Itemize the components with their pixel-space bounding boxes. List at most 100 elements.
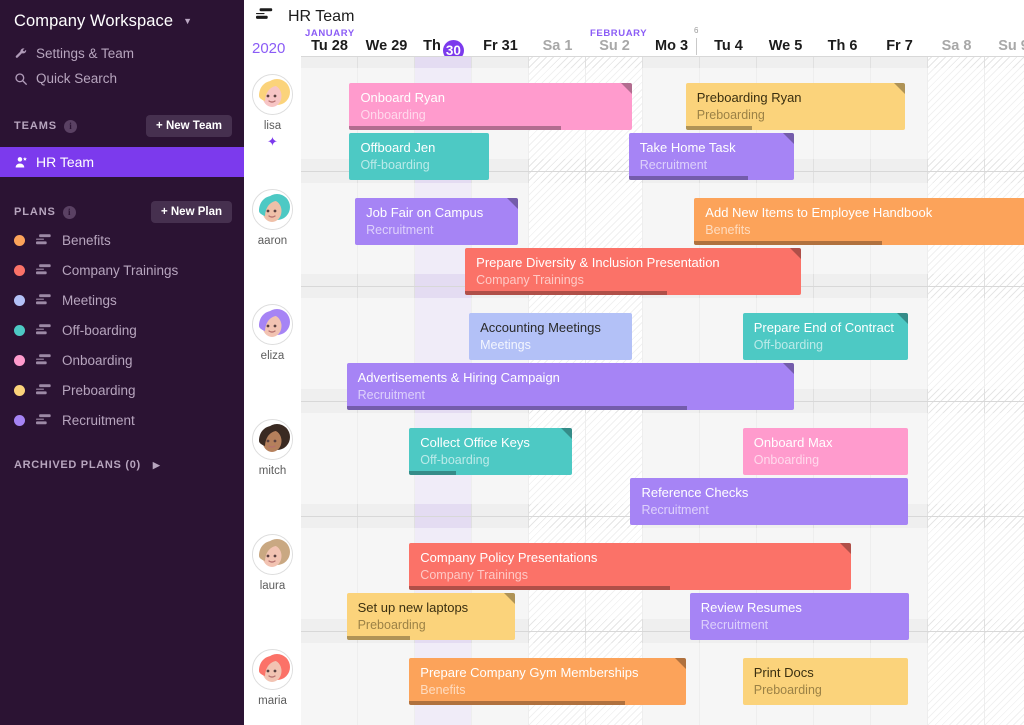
avatar-cell-maria[interactable]: maria [244, 649, 301, 707]
plan-item[interactable]: Recruitment [0, 405, 244, 435]
sidebar-item-label: Settings & Team [36, 46, 135, 61]
avatar-cell-mitch[interactable]: mitch [244, 419, 301, 477]
day-header-mo-3[interactable]: Mo 3 [643, 38, 700, 54]
task-bar[interactable]: Onboard Ryan Onboarding [349, 83, 632, 130]
task-title: Preboarding Ryan [696, 90, 802, 105]
task-bar[interactable]: Onboard Max Onboarding [742, 428, 909, 475]
sidebar-item-label: Quick Search [36, 71, 118, 86]
task-title: Add New Items to Employee Handbook [705, 205, 933, 220]
plan-list-icon[interactable] [256, 8, 274, 26]
task-bar[interactable]: Company Policy Presentations Company Trai… [409, 543, 852, 590]
pin-icon[interactable]: ✦ [244, 135, 301, 148]
task-progress-bar [346, 636, 411, 640]
day-header-su-9[interactable]: Su 9 [985, 38, 1024, 54]
plan-item[interactable]: Onboarding [0, 345, 244, 375]
task-bar[interactable]: Set up new laptops Preboarding [346, 593, 515, 640]
timeline-grid[interactable]: lisa ✦ aaron eliza mitch laura maria Onboard R… [244, 56, 1024, 725]
task-bar[interactable]: Reference Checks Recruitment [630, 478, 909, 525]
info-icon[interactable]: i [62, 205, 76, 219]
task-progress-bar [409, 586, 670, 590]
day-header-we-29[interactable]: We 29 [358, 38, 415, 54]
plan-item[interactable]: Company Trainings [0, 255, 244, 285]
plan-icon [36, 384, 52, 396]
plan-item[interactable]: Off-boarding [0, 315, 244, 345]
task-bar[interactable]: Review Resumes Recruitment [689, 593, 910, 640]
task-bar[interactable]: Prepare End of Contract Off-boarding [742, 313, 909, 360]
plan-label: Recruitment [62, 412, 135, 428]
day-header-sa-1[interactable]: Sa 1 [529, 38, 586, 54]
main-header: HR Team [244, 0, 1024, 28]
task-bar[interactable]: Prepare Diversity & Inclusion Presentati… [465, 248, 802, 295]
avatar-cell-lisa[interactable]: lisa ✦ [244, 74, 301, 148]
task-corner-marker [783, 363, 795, 374]
day-header-tu-4[interactable]: Tu 4 [700, 38, 757, 54]
task-plan: Off-boarding [753, 338, 824, 352]
task-corner-marker [790, 248, 802, 259]
plan-item[interactable]: Preboarding [0, 375, 244, 405]
chevron-down-icon[interactable]: ▼ [183, 17, 192, 26]
page-title: HR Team [288, 8, 355, 25]
day-header-we-5[interactable]: We 5 [757, 38, 814, 54]
plan-icon [36, 294, 52, 306]
task-title: Prepare Diversity & Inclusion Presentati… [476, 255, 720, 270]
task-bar[interactable]: Take Home Task Recruitment [628, 133, 795, 180]
task-title: Onboard Max [753, 435, 833, 450]
task-bar[interactable]: Add New Items to Employee Handbook Benefi… [694, 198, 1024, 245]
day-header-su-2[interactable]: Su 2 [586, 38, 643, 54]
task-bar[interactable]: Offboard Jen Off-boarding [349, 133, 490, 180]
chevron-right-icon[interactable]: ▶ [153, 460, 161, 471]
avatar[interactable] [252, 304, 293, 345]
day-header-fr-31[interactable]: Fr 31 [472, 38, 529, 54]
search-icon [14, 72, 36, 86]
avatar[interactable] [252, 189, 293, 230]
avatar[interactable] [252, 534, 293, 575]
day-column[interactable] [985, 56, 1024, 725]
task-title: Prepare End of Contract [753, 320, 894, 335]
task-bar[interactable]: Collect Office Keys Off-boarding [409, 428, 572, 475]
day-header-th-6[interactable]: Th 6 [814, 38, 871, 54]
avatar[interactable] [252, 74, 293, 115]
info-icon[interactable]: i [64, 119, 77, 133]
workspace-header[interactable]: Company Workspace ▼ [0, 0, 244, 41]
new-plan-button[interactable]: + New Plan [150, 201, 232, 223]
wrench-icon [14, 47, 36, 61]
avatar-name: laura [259, 580, 286, 592]
day-header-fr-7[interactable]: Fr 7 [871, 38, 928, 54]
task-plan: Preboarding [696, 108, 765, 122]
avatar-cell-eliza[interactable]: eliza [244, 304, 301, 362]
task-title: Accounting Meetings [480, 320, 601, 335]
plan-label: Preboarding [62, 382, 136, 398]
avatar-cell-laura[interactable]: laura [244, 534, 301, 592]
task-progress-bar [409, 471, 457, 475]
task-bar[interactable]: Print Docs Preboarding [742, 658, 909, 705]
task-progress-bar [465, 291, 667, 295]
task-bar[interactable]: Advertisements & Hiring Campaign Recruitm… [346, 363, 795, 410]
task-plan: Benefits [420, 683, 466, 697]
plans-section-header: PLANS i + New Plan [0, 199, 244, 225]
sidebar-item-settings-team[interactable]: Settings & Team [0, 41, 244, 66]
day-header-sa-8[interactable]: Sa 8 [928, 38, 985, 54]
avatar[interactable] [252, 649, 293, 690]
task-bar[interactable]: Preboarding Ryan Preboarding [685, 83, 906, 130]
sidebar-item-hr-team[interactable]: HR Team [0, 147, 244, 177]
task-bar[interactable]: Prepare Company Gym Memberships Benefits [409, 658, 686, 705]
day-column[interactable] [928, 56, 985, 725]
task-title: Offboard Jen [360, 140, 436, 155]
task-bar[interactable]: Job Fair on Campus Recruitment [355, 198, 518, 245]
avatar[interactable] [252, 419, 293, 460]
plan-item[interactable]: Meetings [0, 285, 244, 315]
plan-icon [36, 264, 52, 276]
day-header-tu-28[interactable]: Tu 28 [301, 38, 358, 54]
week-number-label: 6 [694, 26, 699, 35]
plan-item[interactable]: Benefits [0, 225, 244, 255]
task-corner-marker [674, 658, 686, 669]
team-icon [14, 155, 36, 170]
task-title: Reference Checks [641, 485, 749, 500]
new-team-button[interactable]: + New Team [146, 115, 232, 137]
avatar-cell-aaron[interactable]: aaron [244, 189, 301, 247]
archived-plans-row[interactable]: ARCHIVED PLANS (0) ▶ [0, 451, 244, 479]
task-bar[interactable]: Accounting Meetings Meetings [469, 313, 632, 360]
task-progress-bar [409, 701, 625, 705]
sidebar-item-quick-search[interactable]: Quick Search [0, 66, 244, 91]
year-label: 2020 [252, 40, 286, 57]
